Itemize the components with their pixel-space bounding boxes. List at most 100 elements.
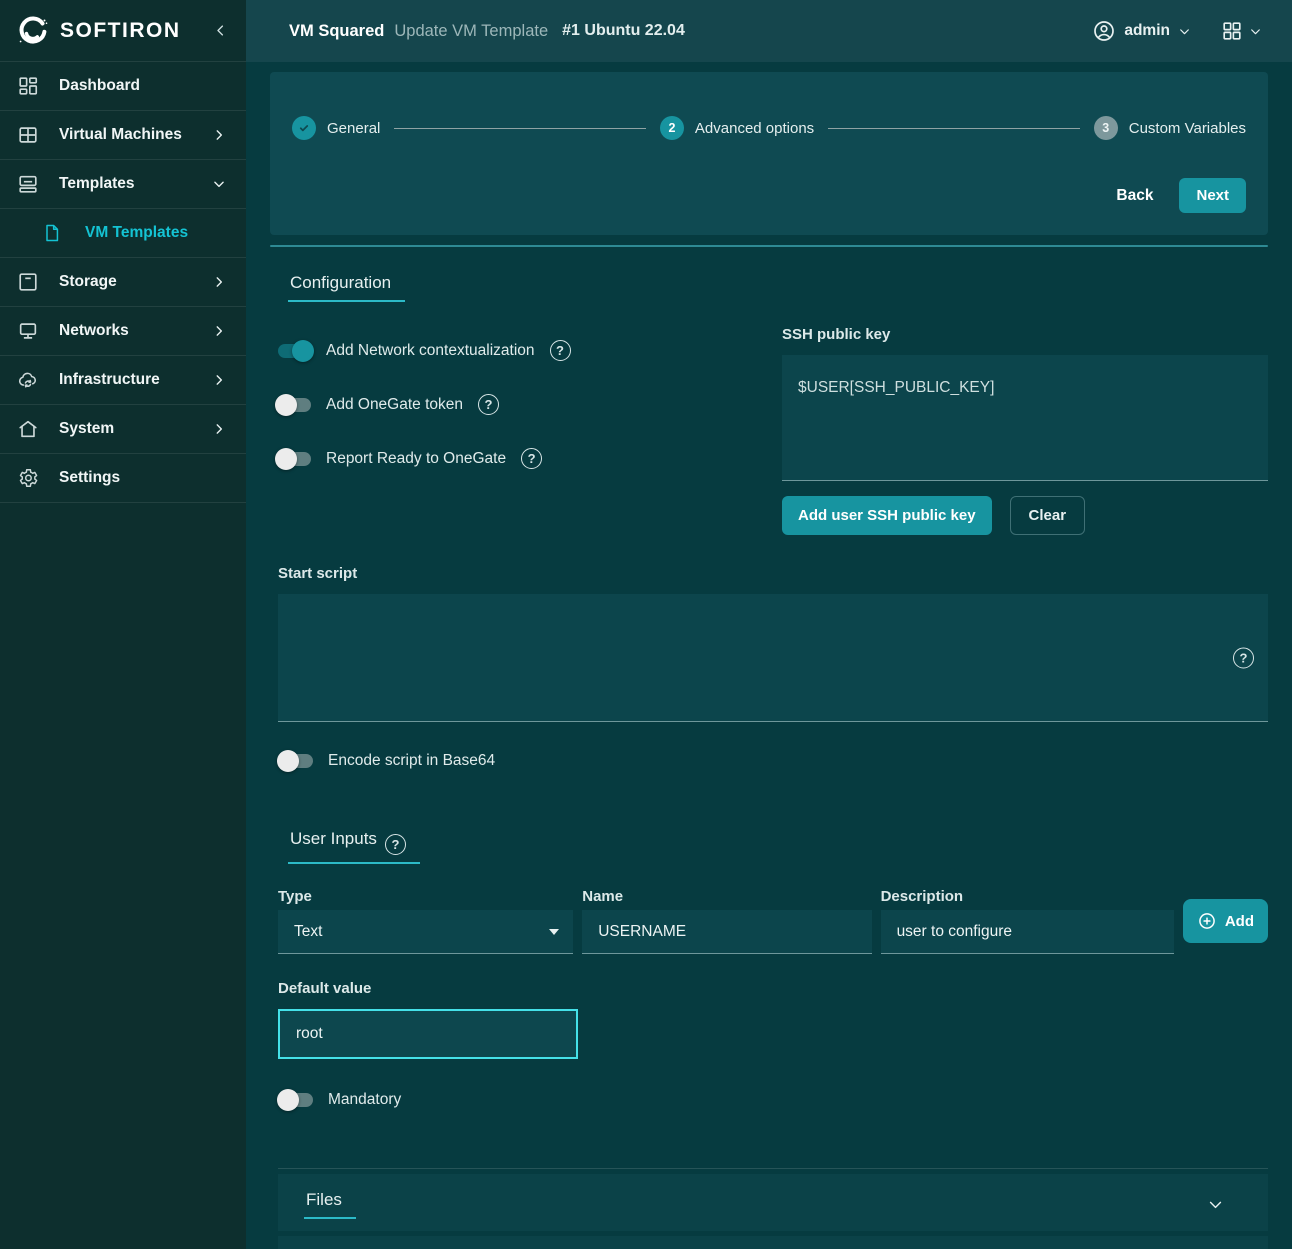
step-label: General: [327, 120, 380, 137]
tab-context[interactable]: Context: [880, 246, 1000, 247]
add-user-ssh-key-button[interactable]: Add user SSH public key: [782, 496, 992, 535]
clear-ssh-key-button[interactable]: Clear: [1010, 496, 1086, 535]
sidebar-item-label: VM Templates: [85, 224, 188, 242]
description-input[interactable]: [881, 910, 1174, 954]
sidebar-item-label: Virtual Machines: [59, 126, 182, 144]
onegate-token-toggle[interactable]: [278, 398, 311, 412]
description-label: Description: [881, 888, 1174, 905]
toggle-row-mandatory: Mandatory: [280, 1091, 1268, 1109]
sidebar-collapse-button[interactable]: [213, 23, 228, 38]
tab-schedule-action[interactable]: Schedule Action: [1001, 246, 1179, 247]
back-button[interactable]: Back: [1112, 179, 1157, 213]
folder-icon: [899, 245, 919, 247]
type-select-value: Text: [294, 923, 322, 941]
configuration-heading: Configuration: [288, 273, 405, 302]
user-avatar-icon: [1092, 19, 1116, 43]
apps-grid-icon: [1221, 20, 1243, 42]
encode-base64-toggle[interactable]: [280, 754, 313, 768]
help-icon[interactable]: ?: [550, 340, 571, 361]
chevron-right-icon: [212, 324, 226, 338]
sidebar-item-networks[interactable]: Networks: [0, 307, 246, 356]
toggle-label: Add Network contextualization: [326, 342, 535, 360]
help-icon[interactable]: ?: [385, 834, 406, 855]
networks-icon: [16, 320, 40, 342]
softiron-logo-icon: [16, 14, 50, 48]
tab-storage[interactable]: Storage: [333, 246, 454, 247]
toggle-label: Encode script in Base64: [328, 752, 495, 770]
step-number: 3: [1094, 116, 1118, 140]
resource-title: #1 Ubuntu 22.04: [562, 22, 685, 40]
tab-label: Input / Output: [767, 245, 861, 247]
sidebar-item-dashboard[interactable]: Dashboard: [0, 62, 246, 111]
tab-input-output[interactable]: Input / Output: [719, 246, 880, 247]
sidebar-item-storage[interactable]: Storage: [0, 258, 246, 307]
wizard-stepper-card: General 2 Advanced options 3 Custom Vari…: [270, 72, 1268, 235]
type-label: Type: [278, 888, 573, 905]
chevron-down-icon[interactable]: [1207, 1196, 1224, 1213]
monitor-icon: [473, 245, 493, 247]
step-connector: [828, 128, 1080, 129]
context-panel: Configuration Add Network contextualizat…: [270, 247, 1268, 1249]
sidebar-item-label: Dashboard: [59, 77, 140, 95]
select-caret-icon: [549, 929, 559, 935]
report-ready-toggle[interactable]: [278, 452, 311, 466]
gear-icon: [16, 467, 40, 489]
ssh-public-key-textarea[interactable]: $USER[SSH_PUBLIC_KEY]: [782, 355, 1268, 481]
info-circle-icon: [597, 245, 617, 247]
toggle-row-encode-base64: Encode script in Base64: [280, 752, 1268, 770]
tab-label: Context: [928, 245, 981, 247]
step-custom-variables: 3 Custom Variables: [1094, 116, 1246, 140]
mandatory-toggle[interactable]: [280, 1093, 313, 1107]
sidebar: SOFTIRON Dashboard Virtual Machines: [0, 0, 246, 1249]
add-user-input-button[interactable]: Add: [1183, 899, 1268, 943]
sidebar-item-system[interactable]: System: [0, 405, 246, 454]
next-button[interactable]: Next: [1179, 178, 1246, 213]
files-heading: Files: [304, 1190, 356, 1219]
file-icon: [40, 223, 64, 243]
chevron-down-icon: [212, 177, 226, 191]
network-contextualization-toggle[interactable]: [278, 344, 311, 358]
sidebar-item-infrastructure[interactable]: Infrastructure: [0, 356, 246, 405]
sidebar-item-templates[interactable]: Templates: [0, 160, 246, 209]
help-icon[interactable]: ?: [478, 394, 499, 415]
start-script-textarea[interactable]: [278, 594, 1268, 722]
chevron-right-icon: [212, 128, 226, 142]
chevron-right-icon: [212, 275, 226, 289]
user-menu[interactable]: admin: [1092, 19, 1191, 43]
help-icon[interactable]: ?: [521, 448, 542, 469]
sidebar-item-label: Networks: [59, 322, 129, 340]
app-root: SOFTIRON Dashboard Virtual Machines: [0, 0, 1292, 1249]
help-icon[interactable]: ?: [1233, 648, 1254, 669]
step-advanced-options: 2 Advanced options: [660, 116, 814, 140]
context-custom-variables-accordion[interactable]: Context Custom Variables?: [278, 1236, 1268, 1249]
dashboard-icon: [16, 75, 40, 97]
tab-label: Network: [502, 245, 559, 247]
tab-network[interactable]: Network: [454, 246, 578, 247]
ssh-public-key-label: SSH public key: [782, 326, 1268, 343]
type-select[interactable]: Text: [278, 910, 573, 954]
step-number: 2: [660, 116, 684, 140]
step-done-check-icon: [292, 116, 316, 140]
chevron-down-icon: [1178, 25, 1191, 38]
step-general: General: [292, 116, 380, 140]
top-bar: VM Squared Update VM Template #1 Ubuntu …: [246, 0, 1292, 62]
user-name: admin: [1124, 22, 1170, 40]
sidebar-item-label: Templates: [59, 175, 135, 193]
sidebar-item-vm-templates[interactable]: VM Templates: [0, 209, 246, 258]
sidebar-item-virtual-machines[interactable]: Virtual Machines: [0, 111, 246, 160]
plus-circle-icon: [1197, 911, 1217, 931]
sidebar-item-label: Settings: [59, 469, 120, 487]
sidebar-item-settings[interactable]: Settings: [0, 454, 246, 503]
sidebar-item-label: Infrastructure: [59, 371, 160, 389]
sidebar-nav: Dashboard Virtual Machines Templates: [0, 62, 246, 503]
tab-label: Schedule Action: [1049, 245, 1160, 247]
tab-os-cpu[interactable]: OS & CPU: [578, 246, 719, 247]
default-value-input[interactable]: [278, 1009, 578, 1059]
apps-menu[interactable]: [1221, 20, 1262, 42]
chevron-right-icon: [212, 422, 226, 436]
name-input[interactable]: [582, 910, 871, 954]
calendar-icon: [1020, 245, 1040, 247]
toggle-label: Mandatory: [328, 1091, 401, 1109]
files-accordion[interactable]: Files: [278, 1174, 1268, 1231]
section-divider: [278, 1168, 1268, 1169]
